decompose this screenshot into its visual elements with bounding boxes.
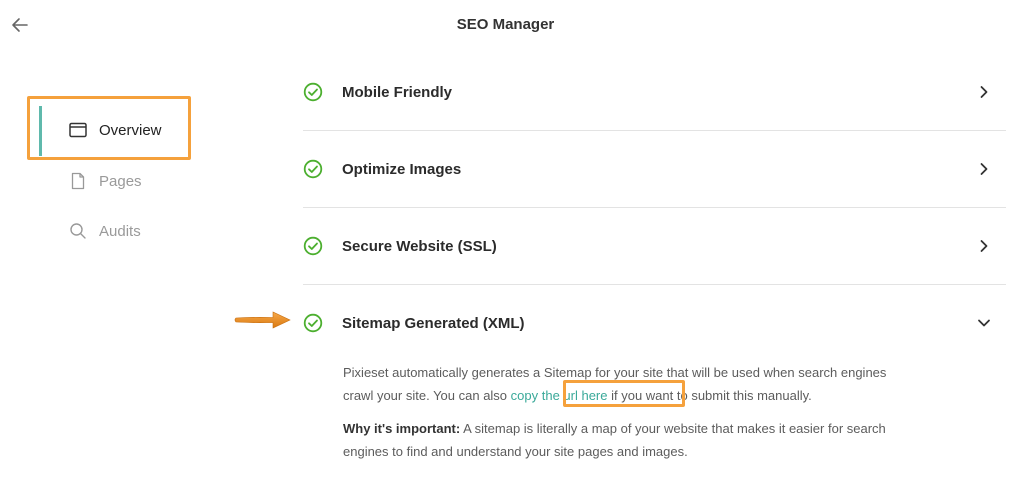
sidebar-item-audits[interactable]: Audits bbox=[68, 221, 141, 241]
check-title: Sitemap Generated (XML) bbox=[342, 314, 525, 332]
pointer-arrow-annotation bbox=[234, 311, 291, 329]
check-row-mobile-friendly[interactable]: Mobile Friendly bbox=[303, 54, 1006, 131]
check-title: Optimize Images bbox=[342, 160, 462, 178]
document-icon bbox=[68, 171, 88, 191]
check-title: Secure Website (SSL) bbox=[342, 237, 497, 255]
sitemap-importance: Why it's important: A sitemap is literal… bbox=[343, 421, 886, 459]
check-row-optimize-images[interactable]: Optimize Images bbox=[303, 131, 1006, 208]
check-row-secure-website[interactable]: Secure Website (SSL) bbox=[303, 208, 1006, 285]
importance-label: Why it's important: bbox=[343, 421, 461, 436]
chevron-down-icon[interactable] bbox=[976, 315, 992, 331]
sidebar-item-pages[interactable]: Pages bbox=[68, 171, 142, 191]
sidebar-item-label: Audits bbox=[99, 222, 141, 240]
check-circle-icon bbox=[303, 236, 323, 256]
chevron-right-icon[interactable] bbox=[976, 238, 992, 254]
search-icon bbox=[68, 221, 88, 241]
page-title: SEO Manager bbox=[456, 16, 555, 33]
check-circle-icon bbox=[303, 82, 323, 102]
sidebar-item-label: Pages bbox=[99, 172, 142, 190]
check-circle-icon bbox=[303, 159, 323, 179]
chevron-right-icon[interactable] bbox=[976, 161, 992, 177]
seo-check-list: Mobile Friendly Optimize Images Secure W… bbox=[303, 54, 1006, 361]
check-row-sitemap[interactable]: Sitemap Generated (XML) bbox=[303, 285, 1006, 361]
highlight-box-link bbox=[563, 380, 685, 407]
chevron-right-icon[interactable] bbox=[976, 84, 992, 100]
highlight-box-overview bbox=[27, 96, 191, 160]
check-title: Mobile Friendly bbox=[342, 83, 453, 101]
sitemap-details: Pixieset automatically generates a Sitem… bbox=[343, 361, 903, 473]
check-circle-icon bbox=[303, 313, 323, 333]
